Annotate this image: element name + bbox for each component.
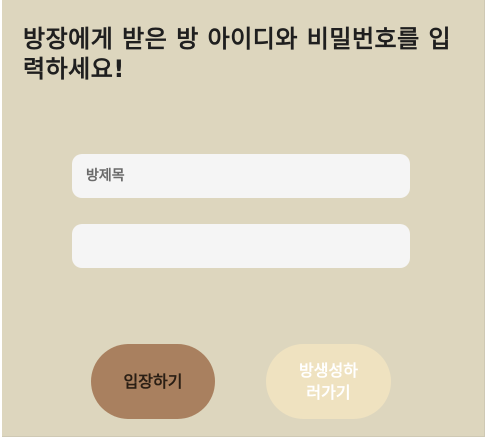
page-title: 방장에게 받은 방 아이디와 비밀번호를 입력하세요!	[23, 25, 452, 83]
create-room-button[interactable]: 방생성하 러가기	[266, 344, 391, 419]
room-id-input[interactable]	[72, 154, 410, 198]
room-password-input[interactable]	[72, 224, 410, 268]
join-room-panel: 방장에게 받은 방 아이디와 비밀번호를 입력하세요! 입장하기 방생성하 러가…	[2, 0, 485, 437]
enter-room-button[interactable]: 입장하기	[91, 344, 215, 419]
